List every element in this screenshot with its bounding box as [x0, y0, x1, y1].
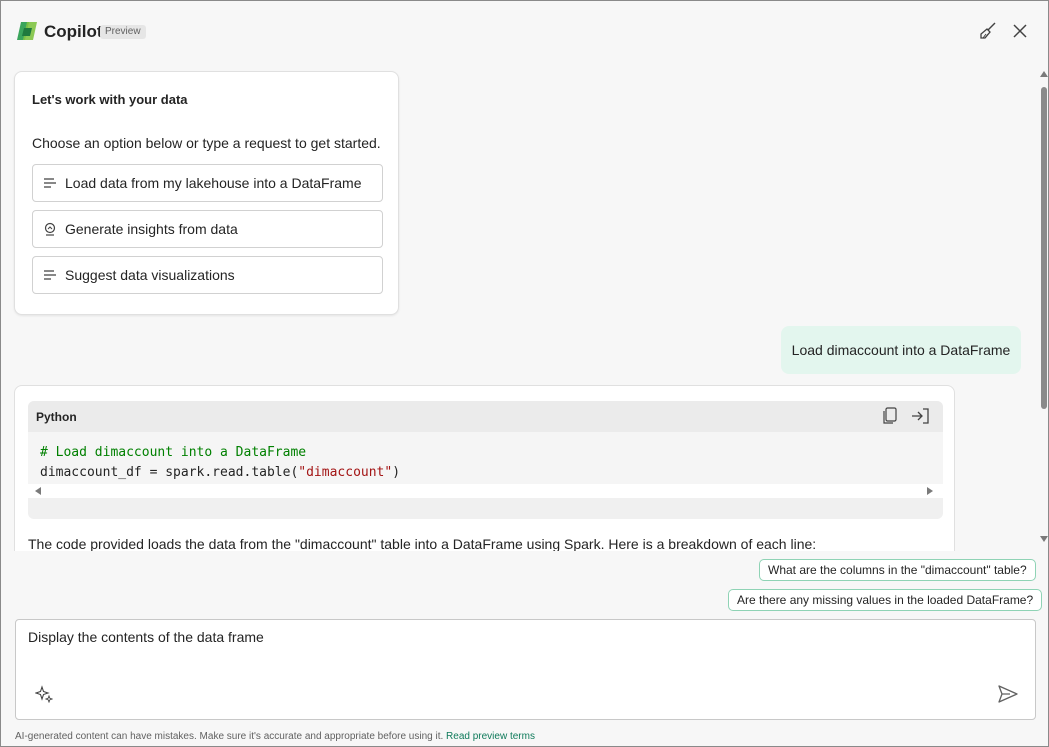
broom-icon — [980, 22, 996, 39]
option-label: Load data from my lakehouse into a DataF… — [65, 175, 362, 191]
response-explanation: The code provided loads the data from th… — [28, 536, 817, 551]
disclaimer: AI-generated content can have mistakes. … — [15, 731, 535, 742]
send-button[interactable] — [997, 683, 1019, 705]
option-suggest-visualizations-button[interactable]: Suggest data visualizations — [32, 256, 383, 294]
copilot-logo-icon — [15, 20, 39, 42]
code-comment: # Load dimaccount into a DataFrame — [40, 445, 307, 460]
prompt-input[interactable] — [28, 629, 1008, 669]
code-horizontal-scrollbar[interactable] — [28, 484, 943, 498]
preview-badge: Preview — [100, 25, 146, 39]
welcome-title: Let's work with your data — [32, 92, 188, 107]
insights-icon — [43, 222, 57, 236]
code-header: Python — [28, 401, 943, 432]
insert-code-button[interactable] — [910, 406, 930, 426]
text-lines-icon — [43, 176, 57, 190]
code-string: "dimaccount" — [298, 465, 393, 480]
option-generate-insights-button[interactable]: Generate insights from data — [32, 210, 383, 248]
insert-icon — [912, 408, 929, 424]
send-icon — [998, 685, 1018, 703]
option-label: Generate insights from data — [65, 221, 238, 237]
prompt-input-box — [15, 619, 1036, 720]
welcome-card: Let's work with your data Choose an opti… — [14, 71, 399, 315]
code-text: dimaccount_df = spark.read.table( — [40, 465, 299, 480]
copilot-panel: Copilot Preview Let's work with your dat… — [0, 0, 1049, 747]
copilot-response: Python # Load dimaccount into a DataFram… — [14, 385, 955, 551]
text-lines-icon — [43, 268, 57, 282]
option-label: Suggest data visualizations — [65, 267, 235, 283]
suggestion-missing-values-button[interactable]: Are there any missing values in the load… — [728, 589, 1043, 611]
scroll-down-icon[interactable] — [1040, 536, 1048, 542]
clear-chat-button[interactable] — [976, 19, 1000, 43]
scroll-up-icon[interactable] — [1040, 71, 1048, 77]
sparkle-icon — [35, 685, 53, 703]
code-language: Python — [36, 410, 77, 424]
disclaimer-text: AI-generated content can have mistakes. … — [15, 731, 444, 742]
close-icon — [1013, 24, 1027, 38]
copy-icon — [883, 407, 897, 424]
copy-code-button[interactable] — [880, 406, 900, 426]
code-body[interactable]: # Load dimaccount into a DataFrame dimac… — [28, 432, 943, 484]
code-text: ) — [392, 465, 401, 480]
scrollbar-thumb[interactable] — [1041, 87, 1047, 409]
scroll-left-icon[interactable] — [35, 487, 41, 495]
code-statement: dimaccount_df = spark.read.table("dimacc… — [40, 465, 400, 480]
code-block: Python # Load dimaccount into a DataFram… — [28, 401, 943, 519]
suggestion-columns-button[interactable]: What are the columns in the "dimaccount"… — [759, 559, 1036, 581]
welcome-subtitle: Choose an option below or type a request… — [32, 135, 381, 151]
chat-history[interactable]: Let's work with your data Choose an opti… — [1, 61, 1039, 551]
app-title: Copilot — [44, 22, 103, 41]
prompt-guide-button[interactable] — [34, 684, 54, 704]
close-button[interactable] — [1008, 19, 1032, 43]
chat-vertical-scrollbar[interactable] — [1039, 69, 1048, 547]
user-message: Load dimaccount into a DataFrame — [781, 326, 1021, 374]
preview-terms-link[interactable]: Read preview terms — [446, 731, 535, 742]
panel-header: Copilot Preview — [1, 1, 1048, 61]
scroll-right-icon[interactable] — [927, 487, 933, 495]
option-load-data-button[interactable]: Load data from my lakehouse into a DataF… — [32, 164, 383, 202]
